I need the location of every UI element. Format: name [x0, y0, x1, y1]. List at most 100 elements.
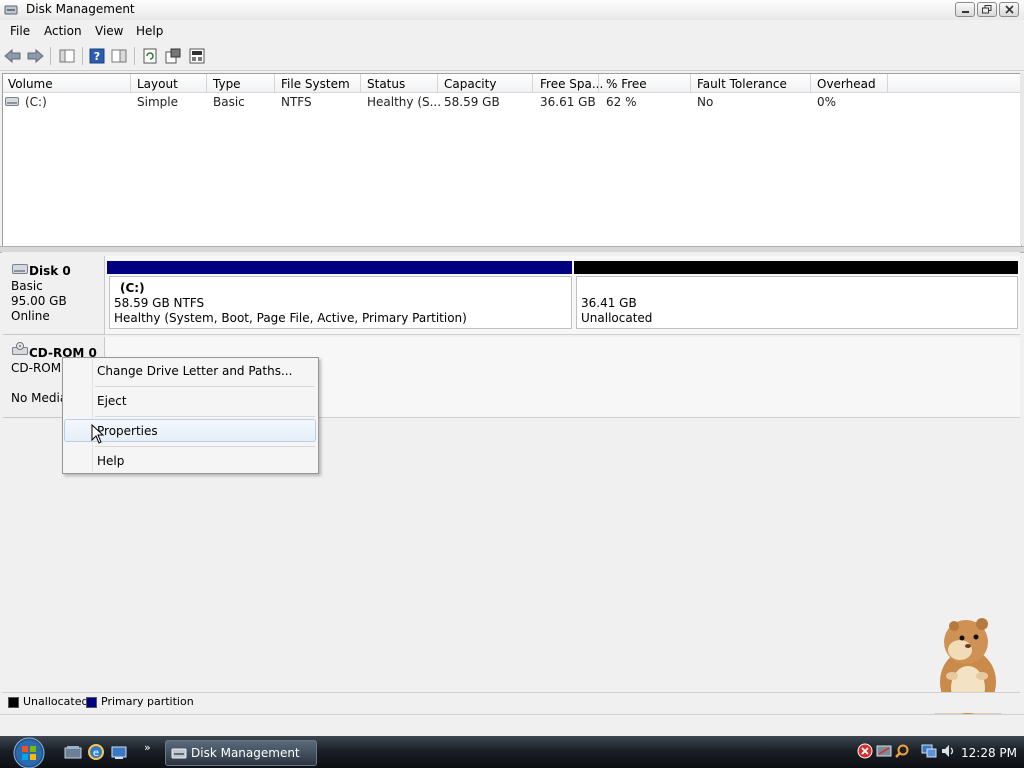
column-fault-tolerance[interactable]: Fault Tolerance — [697, 77, 787, 91]
column-separator — [360, 74, 361, 92]
menu-help-item[interactable]: Help — [97, 454, 124, 468]
svg-text:e: e — [93, 748, 99, 759]
legend-swatch-primary — [86, 697, 97, 708]
search-icon[interactable] — [894, 743, 910, 759]
menu-change-drive-letter[interactable]: Change Drive Letter and Paths... — [97, 364, 292, 378]
start-button[interactable] — [8, 736, 50, 768]
network-icon[interactable] — [876, 743, 892, 759]
cell-layout: Simple — [137, 95, 178, 109]
column-separator — [130, 74, 131, 92]
unallocated-status: Unallocated — [581, 311, 653, 325]
settings-icon — [189, 48, 205, 64]
partition-c-detail: 58.59 GB NTFS — [114, 296, 205, 310]
menu-separator — [95, 386, 315, 387]
close-button[interactable] — [999, 2, 1019, 17]
maximize-button[interactable] — [977, 2, 997, 17]
close-icon — [1004, 5, 1014, 14]
column-free-space[interactable]: Free Spa... — [540, 77, 603, 91]
partition-c-bar — [107, 261, 572, 274]
show-desktop-icon[interactable] — [64, 744, 82, 760]
menu-action[interactable]: Action — [44, 24, 82, 38]
scrollbar[interactable] — [1020, 73, 1024, 245]
status-bar — [0, 714, 1024, 737]
cell-overhead: 0% — [817, 95, 837, 109]
disk-0-name: Disk 0 — [29, 264, 71, 278]
disk-0-size: 95.00 GB — [11, 294, 67, 308]
menu-file[interactable]: File — [10, 24, 30, 38]
settings-button[interactable] — [188, 47, 206, 65]
column-separator — [437, 74, 438, 92]
cell-status: Healthy (S... — [367, 95, 442, 109]
forward-icon — [27, 49, 44, 63]
column-volume[interactable]: Volume — [8, 77, 53, 91]
unallocated-size: 36.41 GB — [581, 296, 637, 310]
minimize-icon — [961, 10, 969, 13]
legend-swatch-unallocated — [8, 697, 19, 708]
taskbar-button-label: Disk Management — [191, 746, 300, 760]
toolbar-separator — [134, 47, 135, 65]
column-overhead[interactable]: Overhead — [817, 77, 876, 91]
cell-free-space: 36.61 GB — [540, 95, 596, 109]
column-separator — [206, 74, 207, 92]
legend-primary-partition: Primary partition — [101, 695, 194, 708]
forward-button[interactable] — [26, 47, 44, 65]
show-hide-icon — [111, 49, 127, 63]
cell-percent-free: 62 % — [606, 95, 637, 109]
toolbar-separator — [82, 47, 83, 65]
console-tree-button[interactable] — [58, 47, 76, 65]
cell-capacity: 58.59 GB — [444, 95, 500, 109]
column-separator — [274, 74, 275, 92]
svg-text:?: ? — [94, 50, 100, 63]
quick-launch-overflow-icon[interactable]: » — [144, 741, 151, 754]
display-network-icon[interactable] — [921, 743, 937, 759]
cdrom-0-media: No Media — [11, 391, 68, 405]
column-layout[interactable]: Layout — [137, 77, 178, 91]
column-status[interactable]: Status — [367, 77, 405, 91]
back-button[interactable] — [4, 47, 22, 65]
column-separator — [532, 74, 533, 92]
cell-type: Basic — [213, 95, 245, 109]
menu-eject[interactable]: Eject — [97, 394, 127, 408]
column-separator — [690, 74, 691, 92]
browser-icon[interactable]: e — [87, 743, 105, 761]
restore-icon — [982, 5, 992, 14]
help-icon: ? — [89, 48, 105, 64]
column-capacity[interactable]: Capacity — [444, 77, 496, 91]
refresh-button[interactable] — [141, 47, 159, 65]
menu-view[interactable]: View — [95, 24, 123, 38]
taskbar-clock[interactable]: 12:28 PM — [961, 746, 1017, 760]
disk-management-taskbar-icon — [171, 748, 187, 759]
properties-icon — [165, 48, 181, 64]
help-button[interactable]: ? — [88, 47, 106, 65]
show-hide-button[interactable] — [110, 47, 128, 65]
unallocated-bar — [574, 261, 1018, 274]
cell-file-system: NTFS — [281, 95, 312, 109]
toolbar-separator — [50, 47, 51, 65]
menu-separator — [95, 416, 315, 417]
security-alert-icon[interactable] — [857, 743, 873, 759]
cdrom-0-type: CD-ROM — [11, 361, 62, 375]
column-type[interactable]: Type — [213, 77, 241, 91]
properties-button[interactable] — [164, 47, 182, 65]
menu-properties[interactable]: Properties — [97, 424, 158, 438]
column-separator — [887, 74, 888, 92]
console-tree-icon — [59, 49, 75, 63]
menu-help[interactable]: Help — [136, 24, 163, 38]
volume-icon[interactable] — [940, 743, 956, 759]
column-file-system[interactable]: File System — [281, 77, 350, 91]
partition-c-label: (C:) — [120, 281, 145, 295]
column-separator — [810, 74, 811, 92]
back-icon — [4, 49, 21, 63]
switch-windows-icon[interactable] — [110, 743, 128, 761]
minimize-button[interactable] — [955, 2, 975, 17]
column-separator — [598, 74, 599, 92]
disk-0-state: Online — [11, 309, 50, 323]
legend-unallocated: Unallocated — [23, 695, 89, 708]
cell-fault-tolerance: No — [697, 95, 714, 109]
refresh-icon — [143, 48, 157, 64]
column-percent-free[interactable]: % Free — [606, 77, 647, 91]
disk-management-icon — [4, 5, 18, 15]
partition-c-status: Healthy (System, Boot, Page File, Active… — [114, 311, 467, 325]
drive-icon — [5, 97, 19, 106]
title-bar — [0, 0, 1024, 21]
